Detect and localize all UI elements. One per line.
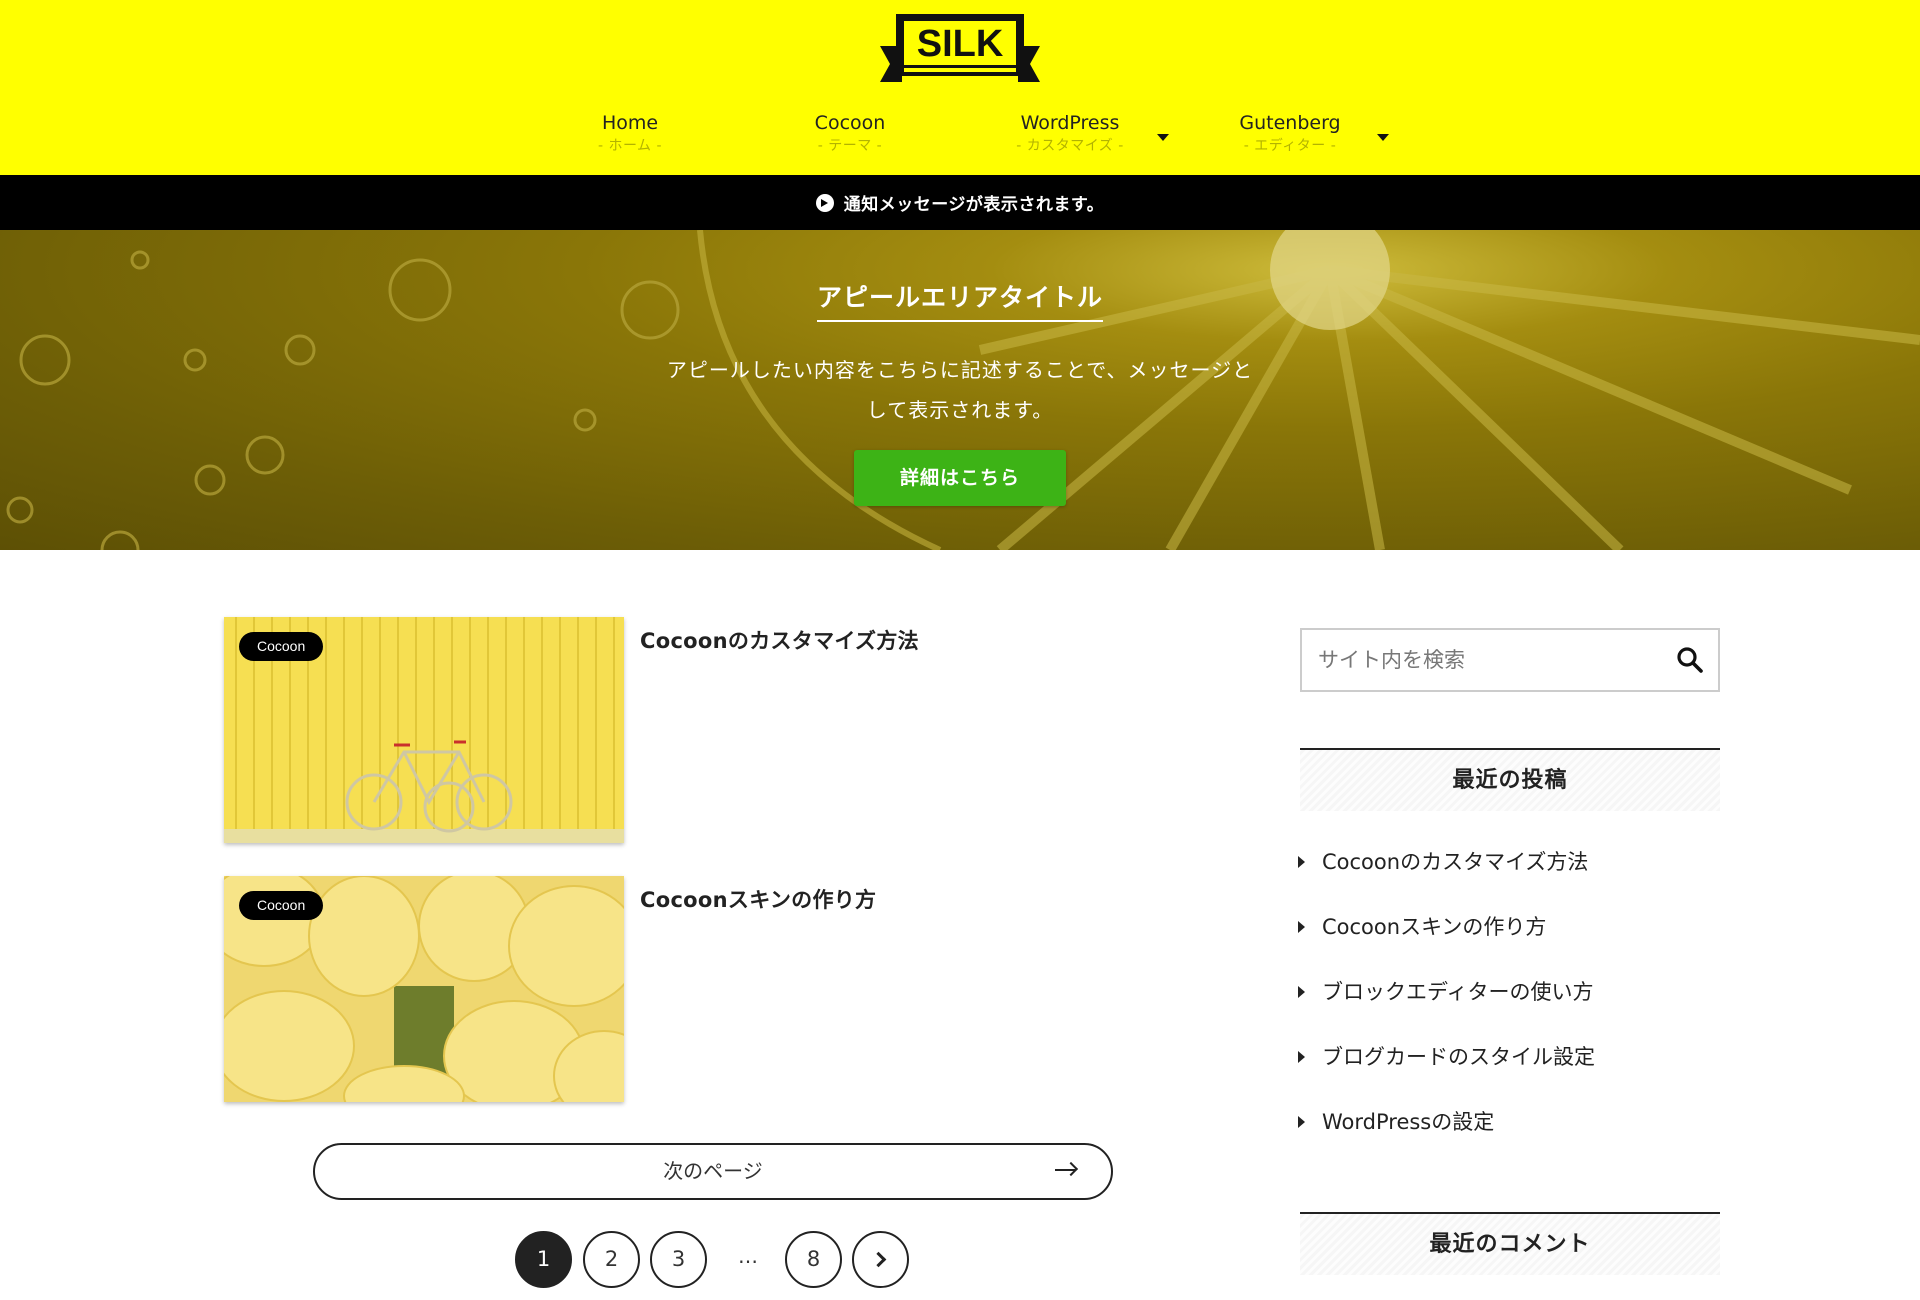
nav-label: Home: [601, 112, 659, 134]
post-thumbnail-tulips[interactable]: Cocoon: [224, 876, 624, 1102]
nav-item-home[interactable]: Home - ホーム -: [520, 110, 740, 156]
recent-comments-title: 最近のコメント: [1300, 1212, 1720, 1275]
appeal-message-line: して表示されます。: [866, 398, 1054, 422]
appeal-area: アピールエリアタイトル アピールしたい内容をこちらに記述することで、メッセージと…: [0, 230, 1920, 550]
post-title[interactable]: Cocoonのカスタマイズ方法: [640, 625, 919, 655]
notice-text: 通知メッセージが表示されます。: [843, 195, 1105, 215]
pagination-ellipsis: …: [738, 1244, 758, 1268]
page-number-last[interactable]: 8: [785, 1231, 842, 1288]
nav-sublabel: - エディター -: [1243, 138, 1337, 154]
appeal-details-button[interactable]: 詳細はこちら: [854, 450, 1066, 506]
site-search: [1300, 628, 1720, 692]
appeal-message-line: アピールしたい内容をこちらに記述することで、メッセージと: [666, 358, 1254, 382]
recent-post-link[interactable]: Cocoonスキンの作り方: [1296, 905, 1726, 970]
arrow-right-icon: [1055, 1169, 1075, 1171]
global-nav: Home - ホーム - Cocoon - テーマ - WordPress - …: [0, 110, 1920, 170]
page-number[interactable]: 3: [650, 1231, 707, 1288]
logo-ribbon-icon: SILK: [880, 14, 1040, 82]
nav-item-gutenberg[interactable]: Gutenberg - エディター -: [1180, 110, 1400, 156]
post-thumbnail-bicycle[interactable]: Cocoon: [224, 617, 624, 843]
page-number-current[interactable]: 1: [515, 1231, 572, 1288]
recent-posts-list: Cocoonのカスタマイズ方法 Cocoonスキンの作り方 ブロックエディターの…: [1296, 840, 1726, 1165]
post-title[interactable]: Cocoonスキンの作り方: [640, 884, 876, 914]
recent-post-link[interactable]: WordPressの設定: [1296, 1100, 1726, 1165]
nav-item-wordpress[interactable]: WordPress - カスタマイズ -: [960, 110, 1180, 156]
recent-posts-title: 最近の投稿: [1300, 748, 1720, 811]
search-icon[interactable]: [1676, 646, 1704, 674]
arrow-circle-right-icon: [815, 193, 834, 212]
post-card[interactable]: Cocoon Cocoonのカスタマイズ方法: [224, 617, 1224, 843]
category-badge[interactable]: Cocoon: [239, 632, 324, 661]
nav-label: Cocoon: [814, 112, 886, 134]
recent-post-link[interactable]: Cocoonのカスタマイズ方法: [1296, 840, 1726, 905]
recent-post-link[interactable]: ブログカードのスタイル設定: [1296, 1035, 1726, 1100]
search-input[interactable]: [1302, 630, 1662, 690]
next-page-chevron-button[interactable]: [852, 1231, 909, 1288]
logo-text: SILK: [917, 23, 1004, 65]
recent-post-link[interactable]: ブロックエディターの使い方: [1296, 970, 1726, 1035]
nav-label: WordPress: [1020, 112, 1120, 134]
site-logo[interactable]: SILK: [876, 12, 1044, 90]
nav-label: Gutenberg: [1239, 112, 1341, 134]
appeal-message: アピールしたい内容をこちらに記述することで、メッセージと して表示されます。: [630, 350, 1290, 430]
next-page-label: 次のページ: [663, 1159, 763, 1183]
post-card[interactable]: Cocoon Cocoonスキンの作り方: [224, 876, 1224, 1102]
chevron-right-icon: [870, 1251, 887, 1268]
category-badge[interactable]: Cocoon: [239, 891, 324, 920]
next-page-button[interactable]: 次のページ: [313, 1143, 1113, 1200]
nav-sublabel: - テーマ -: [817, 138, 883, 154]
page-number[interactable]: 2: [583, 1231, 640, 1288]
caret-down-icon[interactable]: [1157, 134, 1169, 141]
nav-sublabel: - ホーム -: [597, 138, 663, 154]
caret-down-icon[interactable]: [1377, 134, 1389, 141]
appeal-title: アピールエリアタイトル: [816, 278, 1103, 322]
site-header: SILK Home - ホーム - Cocoon - テーマ - WordPre…: [0, 0, 1920, 175]
nav-sublabel: - カスタマイズ -: [1016, 138, 1124, 154]
nav-item-cocoon[interactable]: Cocoon - テーマ -: [740, 110, 960, 156]
notice-bar[interactable]: 通知メッセージが表示されます。: [0, 175, 1920, 230]
